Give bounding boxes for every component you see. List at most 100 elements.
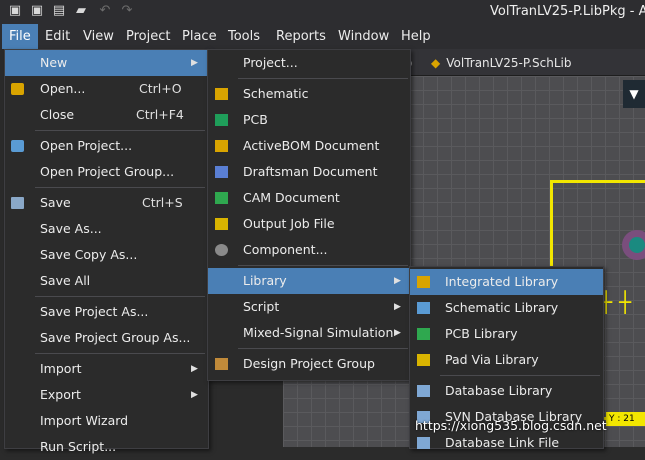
database-link-icon [417, 437, 430, 449]
new-project-item[interactable]: Project... [208, 50, 410, 76]
file-new-item[interactable]: New ▶ [5, 50, 208, 76]
menu-reports[interactable]: Reports [276, 29, 326, 44]
window-title: VolTranLV25-P.LibPkg - Alt [490, 4, 645, 19]
file-save-label: Save [40, 195, 71, 210]
pad-via-library-icon [417, 354, 430, 366]
save-all-icon[interactable]: ▣ [30, 4, 44, 18]
capacitor-symbol: ┼ ┼ [600, 290, 632, 314]
file-close-item[interactable]: Close Ctrl+F4 [5, 102, 208, 128]
new-script-item[interactable]: Script ▶ [208, 294, 410, 320]
file-save-copy-as-item[interactable]: Save Copy As... [5, 242, 208, 268]
open-folder-icon[interactable]: ▰ [74, 4, 88, 18]
new-design-project-group-item[interactable]: Design Project Group [208, 351, 410, 377]
print-icon[interactable]: ▤ [52, 4, 66, 18]
file-save-all-item[interactable]: Save All [5, 268, 208, 294]
file-open-project-item[interactable]: Open Project... [5, 133, 208, 159]
file-open-project-group-label: Open Project Group... [40, 164, 175, 179]
menu-separator [35, 353, 205, 354]
shortcut-text: Ctrl+O [139, 81, 182, 96]
file-run-script-item[interactable]: Run Script... [5, 434, 208, 460]
new-component-item[interactable]: Component... [208, 237, 410, 263]
submenu-arrow-icon: ▶ [191, 390, 198, 400]
menu-tools[interactable]: Tools [228, 29, 260, 44]
file-save-as-item[interactable]: Save As... [5, 216, 208, 242]
lib-pcb-item[interactable]: PCB Library [410, 321, 603, 347]
watermark-text: https://xiong535.blog.csdn.net [415, 418, 607, 433]
shortcut-text: Ctrl+F4 [136, 107, 184, 122]
new-schematic-item[interactable]: Schematic [208, 81, 410, 107]
new-cam-label: CAM Document [243, 190, 340, 205]
menu-view[interactable]: View [83, 29, 114, 44]
submenu-arrow-icon: ▶ [394, 302, 401, 312]
submenu-arrow-icon: ▶ [191, 58, 198, 68]
undo-icon[interactable]: ↶ [98, 4, 112, 18]
menu-place[interactable]: Place [182, 29, 217, 44]
new-draftsman-item[interactable]: Draftsman Document [208, 159, 410, 185]
new-submenu: Project... Schematic PCB ActiveBOM Docum… [207, 49, 411, 381]
lib-schematic-item[interactable]: Schematic Library [410, 295, 603, 321]
lib-database-link-item[interactable]: Database Link File [410, 430, 603, 456]
lib-pcb-label: PCB Library [445, 326, 518, 341]
save-icon[interactable]: ▣ [8, 4, 22, 18]
component-icon [215, 244, 228, 256]
menu-help[interactable]: Help [401, 29, 431, 44]
file-open-project-group-item[interactable]: Open Project Group... [5, 159, 208, 185]
document-tabs: o ◆VolTranLV25-P.SchLib [390, 49, 645, 76]
file-new-label: New [40, 55, 68, 70]
bom-icon [215, 140, 228, 152]
menu-edit[interactable]: Edit [45, 29, 70, 44]
open-icon [11, 83, 24, 95]
file-save-project-as-item[interactable]: Save Project As... [5, 299, 208, 325]
filter-icon[interactable]: ▼ [623, 80, 645, 108]
lib-integrated-item[interactable]: Integrated Library [410, 269, 603, 295]
file-save-project-group-as-label: Save Project Group As... [40, 330, 191, 345]
menu-separator [35, 296, 205, 297]
file-export-item[interactable]: Export ▶ [5, 382, 208, 408]
file-export-label: Export [40, 387, 81, 402]
new-cam-item[interactable]: CAM Document [208, 185, 410, 211]
new-output-job-item[interactable]: Output Job File [208, 211, 410, 237]
menu-window[interactable]: Window [338, 29, 389, 44]
menu-separator [440, 375, 600, 376]
coordinate-readout: Y : 21 [606, 412, 645, 426]
lib-database-label: Database Library [445, 383, 553, 398]
pcb-library-icon [417, 328, 430, 340]
lib-schematic-label: Schematic Library [445, 300, 559, 315]
file-run-script-label: Run Script... [40, 439, 117, 454]
file-open-item[interactable]: Open... Ctrl+O [5, 76, 208, 102]
new-pcb-item[interactable]: PCB [208, 107, 410, 133]
new-draftsman-label: Draftsman Document [243, 164, 378, 179]
new-activebom-item[interactable]: ActiveBOM Document [208, 133, 410, 159]
new-library-item[interactable]: Library ▶ [208, 268, 410, 294]
pcb-icon [215, 114, 228, 126]
menu-separator [238, 348, 408, 349]
tab-schlib[interactable]: ◆ VolTranLV25-P.SchLib [425, 53, 577, 73]
cam-icon [215, 192, 228, 204]
schematic-icon [215, 88, 228, 100]
menu-project[interactable]: Project [126, 29, 170, 44]
title-bar: ▣ ▣ ▤ ▰ ↶ ↷ VolTranLV25-P.LibPkg - Alt [0, 0, 645, 24]
schematic-library-icon [417, 302, 430, 314]
menu-separator [35, 187, 205, 188]
file-save-item[interactable]: Save Ctrl+S [5, 190, 208, 216]
file-import-label: Import [40, 361, 82, 376]
file-save-project-group-as-item[interactable]: Save Project Group As... [5, 325, 208, 351]
menu-file[interactable]: File [2, 24, 38, 49]
file-import-wizard-label: Import Wizard [40, 413, 129, 428]
new-script-label: Script [243, 299, 280, 314]
integrated-library-icon [417, 276, 430, 288]
new-design-project-group-label: Design Project Group [243, 356, 375, 371]
menu-separator [238, 265, 408, 266]
file-import-item[interactable]: Import ▶ [5, 356, 208, 382]
new-library-label: Library [243, 273, 287, 288]
lib-database-item[interactable]: Database Library [410, 378, 603, 404]
new-component-label: Component... [243, 242, 328, 257]
lib-pad-via-item[interactable]: Pad Via Library [410, 347, 603, 373]
file-import-wizard-item[interactable]: Import Wizard [5, 408, 208, 434]
redo-icon[interactable]: ↷ [120, 4, 134, 18]
tab-schlib-label: VolTranLV25-P.SchLib [446, 56, 572, 70]
menu-separator [238, 78, 408, 79]
submenu-arrow-icon: ▶ [191, 364, 198, 374]
new-mixed-signal-item[interactable]: Mixed-Signal Simulation ▶ [208, 320, 410, 346]
project-group-icon [215, 358, 228, 370]
